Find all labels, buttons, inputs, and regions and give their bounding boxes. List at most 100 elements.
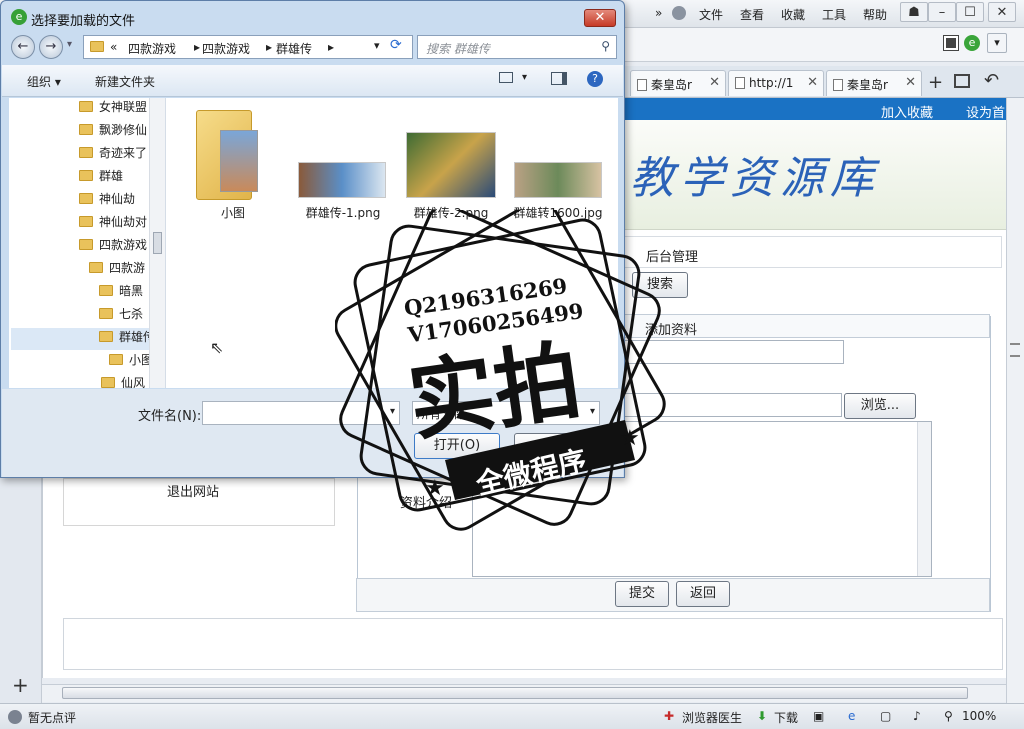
ie-icon[interactable]: e (848, 709, 855, 723)
menu-file[interactable]: 文件 (699, 6, 723, 23)
tree-scrollbar[interactable] (149, 98, 165, 388)
vertical-scrollbar[interactable] (1006, 98, 1024, 703)
tree-item[interactable]: 群雄 (79, 167, 123, 189)
help-icon[interactable]: ? (587, 71, 603, 87)
rating-text[interactable]: 暂无点评 (28, 709, 76, 726)
menu-favorites[interactable]: 收藏 (781, 6, 805, 23)
file-name: 小图 (220, 206, 245, 220)
qr-code-icon[interactable] (943, 35, 959, 51)
form-actions (356, 578, 990, 612)
new-folder-button[interactable]: 新建文件夹 (95, 73, 155, 90)
breadcrumb-item[interactable]: 四款游戏 (128, 40, 176, 57)
close-window-button[interactable]: ✕ (988, 2, 1016, 22)
refresh-icon[interactable]: ⟳ (390, 37, 402, 53)
submit-button[interactable]: 提交 (615, 581, 669, 607)
file-path-input[interactable] (624, 393, 842, 417)
tree-item[interactable]: 四款游戏 (79, 236, 147, 258)
menu-tools[interactable]: 工具 (822, 6, 846, 23)
download-link[interactable]: 下载 (774, 709, 798, 726)
chevron-down-icon[interactable]: ▾ (374, 39, 380, 52)
menu-view[interactable]: 查看 (740, 6, 764, 23)
tab-2[interactable]: http://1 ✕ (728, 70, 824, 96)
tree-item[interactable]: 四款游 (89, 259, 145, 281)
tree-item[interactable]: 暗黑 (99, 282, 143, 304)
chevron-down-icon[interactable]: ▾ (987, 33, 1007, 53)
tree-item[interactable]: 仙风 (101, 374, 145, 388)
open-button[interactable]: 打开(O) (414, 433, 500, 459)
tree-item-selected[interactable]: 群雄传 (11, 328, 155, 350)
skin-icon[interactable]: ☗ (900, 2, 928, 22)
filename-input[interactable]: ▾ (202, 401, 400, 425)
set-homepage-link[interactable]: 设为首 (966, 102, 1005, 121)
image-thumbnail (406, 132, 496, 198)
view-icon[interactable] (499, 72, 513, 83)
folder-tree: 女神联盟 飘渺修仙 奇迹来了 群雄 神仙劫 神仙劫对 四款游戏 四款游 暗黑 七… (9, 98, 166, 388)
user-icon[interactable] (672, 6, 686, 20)
scroll-thumb[interactable] (153, 232, 162, 254)
file-item-folder[interactable]: 小图 (188, 102, 278, 222)
overflow-chevron-icon[interactable]: » (655, 6, 662, 20)
chevron-down-icon[interactable]: ▾ (590, 406, 595, 417)
dialog-close-button[interactable]: ✕ (584, 9, 616, 27)
speaker-icon[interactable]: ♪ (913, 709, 921, 723)
forward-arrow-icon[interactable]: → (39, 35, 63, 59)
minimize-button[interactable]: – (928, 2, 956, 22)
window-icon[interactable]: ▢ (880, 709, 891, 723)
add-icon[interactable]: + (12, 673, 29, 697)
back-arrow-icon[interactable]: ← (11, 35, 35, 59)
form-header: 添加资料 (624, 314, 990, 338)
search-button[interactable]: 搜索 (632, 272, 688, 298)
p2p-icon[interactable]: ▣ (813, 709, 824, 723)
preview-pane-icon[interactable] (551, 72, 567, 85)
filetype-select[interactable]: 所有文件 ▾ (412, 401, 600, 425)
tree-item[interactable]: 飘渺修仙 (79, 121, 147, 143)
zoom-icon: ⚲ (944, 709, 953, 723)
add-favorite-link[interactable]: 加入收藏 (881, 102, 933, 121)
view-chevron-icon[interactable]: ▾ (522, 72, 527, 83)
tree-item[interactable]: 神仙劫对 (79, 213, 147, 235)
browser-doctor[interactable]: 浏览器医生 (682, 709, 742, 726)
tab-1[interactable]: 秦皇岛r ✕ (630, 70, 726, 96)
zoom-level[interactable]: 100% (962, 709, 996, 723)
tree-item[interactable]: 神仙劫 (79, 190, 135, 212)
folder-icon (79, 216, 93, 227)
tab-3[interactable]: 秦皇岛r ✕ (826, 70, 922, 96)
horizontal-scrollbar[interactable] (42, 684, 1006, 702)
menu-help[interactable]: 帮助 (863, 6, 887, 23)
textarea-scrollbar[interactable] (917, 422, 931, 576)
close-tab-icon[interactable]: ✕ (807, 75, 818, 90)
breadcrumb-item[interactable]: 群雄传 (276, 40, 312, 57)
tree-item[interactable]: 小图 (109, 351, 153, 373)
back-button[interactable]: 返回 (676, 581, 730, 607)
close-tab-icon[interactable]: ✕ (709, 75, 720, 90)
browser-logo-icon[interactable]: e (964, 35, 980, 51)
search-icon[interactable]: ⚲ (601, 39, 610, 53)
maximize-button[interactable]: ☐ (956, 2, 984, 22)
tree-item[interactable]: 女神联盟 (79, 98, 147, 120)
breadcrumb-overflow[interactable]: « (110, 40, 117, 54)
close-tab-icon[interactable]: ✕ (905, 75, 916, 90)
file-item[interactable]: 群雄传-1.png (294, 158, 394, 222)
new-tab-icon[interactable]: + (928, 72, 943, 93)
page-icon (637, 79, 647, 91)
file-item[interactable]: 群雄传-2.png (402, 132, 502, 222)
file-item[interactable]: 群雄转1600.jpg (510, 158, 610, 222)
browse-button[interactable]: 浏览... (844, 393, 916, 419)
breadcrumb[interactable]: « 四款游戏 ▸ 四款游戏 ▸ 群雄传 ▸ ▾ ⟳ (83, 35, 413, 59)
breadcrumb-item[interactable]: 四款游戏 (202, 40, 250, 57)
tree-item[interactable]: 七杀 (99, 305, 143, 327)
chevron-down-icon[interactable]: ▾ (390, 406, 395, 417)
history-chevron-icon[interactable]: ▾ (67, 39, 72, 50)
logout-link[interactable]: 退出网站 (167, 481, 219, 500)
scroll-thumb[interactable] (1010, 343, 1020, 357)
download-icon: ⬇ (757, 709, 768, 723)
restore-tabs-icon[interactable] (954, 74, 970, 88)
title-input[interactable] (624, 340, 844, 364)
tree-item[interactable]: 奇迹来了 (79, 144, 147, 166)
scroll-thumb[interactable] (62, 687, 968, 699)
undo-close-icon[interactable]: ↶ (984, 70, 999, 91)
dialog-search-input[interactable]: 搜索 群雄传 ⚲ (417, 35, 617, 59)
cancel-button[interactable]: 取消 (514, 433, 600, 459)
add-material-label: 添加资料 (645, 323, 698, 338)
organize-menu[interactable]: 组织 ▾ (27, 73, 61, 90)
